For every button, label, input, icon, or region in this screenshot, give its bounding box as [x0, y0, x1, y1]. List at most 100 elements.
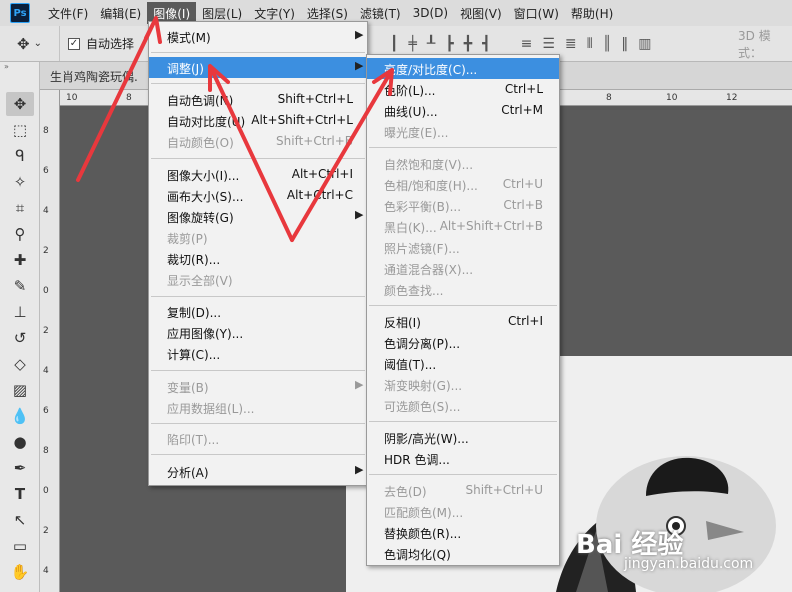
ruler-tick-label: 8	[126, 93, 132, 103]
history-brush-tool-icon[interactable]: ↺	[6, 326, 34, 350]
menu-help[interactable]: 帮助(H)	[565, 2, 619, 24]
move-tool-icon[interactable]: ✥	[6, 92, 34, 116]
menu-item-posterize[interactable]: 色调分离(P)...	[367, 332, 559, 353]
ruler-tick-label: 8	[43, 446, 49, 456]
align-center-icon[interactable]: ╋	[464, 36, 472, 52]
distribute-top-icon[interactable]: ≡	[521, 36, 533, 52]
menu-item-auto-contrast[interactable]: 自动对比度(U) Alt+Shift+Ctrl+L	[149, 110, 367, 131]
menu-item-mode[interactable]: 模式(M) ▶	[149, 26, 367, 47]
menu-item-image-size[interactable]: 图像大小(I)... Alt+Ctrl+I	[149, 164, 367, 185]
menu-file[interactable]: 文件(F)	[42, 2, 94, 24]
magic-wand-tool-icon[interactable]: ✧	[6, 170, 34, 194]
menu-3d[interactable]: 3D(D)	[407, 2, 454, 24]
submenu-arrow-icon: ▶	[355, 59, 364, 72]
menu-item-image-rotation[interactable]: 图像旋转(G) ▶	[149, 206, 367, 227]
menu-item-gradient-map: 渐变映射(G)...	[384, 379, 463, 393]
menu-view[interactable]: 视图(V)	[454, 2, 508, 24]
distribute-center-icon[interactable]: ║	[603, 36, 611, 52]
menu-item-hdr-toning[interactable]: HDR 色调...	[367, 448, 559, 469]
move-tool-preset-icon[interactable]: ✥ ⌄	[0, 26, 60, 61]
align-left-icon[interactable]: ┣	[445, 36, 453, 52]
ruler-tick-label: 12	[726, 93, 738, 103]
rectangle-tool-icon[interactable]: ▭	[6, 534, 34, 558]
menu-item-threshold[interactable]: 阈值(T)...	[367, 353, 559, 374]
menu-separator	[369, 474, 557, 475]
menu-item-analysis[interactable]: 分析(A) ▶	[149, 461, 367, 482]
auto-select-checkbox[interactable]: ✓ 自动选择	[68, 35, 134, 52]
ruler-tick-label: 10	[66, 93, 78, 103]
type-tool-icon[interactable]: T	[6, 482, 34, 506]
menu-separator	[151, 454, 365, 455]
menu-item-crop: 裁剪(P)	[167, 232, 208, 246]
menu-item-exposure: 曝光度(E)...	[384, 126, 449, 140]
align-top-icon[interactable]: ┃	[390, 36, 398, 52]
menu-item-levels[interactable]: 色阶(L)... Ctrl+L	[367, 79, 559, 100]
menu-separator	[151, 158, 365, 159]
eraser-tool-icon[interactable]: ◇	[6, 352, 34, 376]
hand-tool-icon[interactable]: ✋	[6, 560, 34, 584]
distribute-left-icon[interactable]: ⦀	[587, 36, 593, 52]
menu-separator	[151, 296, 365, 297]
lasso-tool-icon[interactable]: ᑫ	[6, 144, 34, 168]
align-right-icon[interactable]: ┫	[482, 36, 490, 52]
menu-item-canvas-size[interactable]: 画布大小(S)... Alt+Ctrl+C	[149, 185, 367, 206]
menu-item-invert[interactable]: 反相(I) Ctrl+I	[367, 311, 559, 332]
gradient-tool-icon[interactable]: ▨	[6, 378, 34, 402]
menu-item-curves[interactable]: 曲线(U)... Ctrl+M	[367, 100, 559, 121]
document-tab[interactable]: 生肖鸡陶瓷玩偶.	[50, 68, 138, 85]
menu-item-variables: 变量(B) ▶	[167, 378, 364, 395]
menu-item-equalize[interactable]: 色调均化(Q)	[367, 543, 559, 564]
eyedropper-tool-icon[interactable]: ⚲	[6, 222, 34, 246]
brush-tool-icon[interactable]: ✎	[6, 274, 34, 298]
crop-tool-icon[interactable]: ⌗	[6, 196, 34, 220]
menu-item-auto-tone[interactable]: 自动色调(N) Shift+Ctrl+L	[149, 89, 367, 110]
menu-item-apply-data-set: 应用数据组(L)...	[167, 402, 255, 416]
marquee-tool-icon[interactable]: ⬚	[6, 118, 34, 142]
distribute-middle-icon[interactable]: ☰	[542, 36, 555, 52]
stamp-tool-icon[interactable]: ⊥	[6, 300, 34, 324]
auto-align-icon[interactable]: ▥	[638, 36, 651, 52]
submenu-arrow-icon: ▶	[355, 28, 364, 41]
watermark-url: jingyan.baidu.com	[624, 556, 754, 572]
distribute-right-icon[interactable]: ‖	[621, 36, 628, 52]
pen-tool-icon[interactable]: ✒	[6, 456, 34, 480]
menu-item-shadows-highlights[interactable]: 阴影/高光(W)...	[367, 427, 559, 448]
menu-item-color-balance: 色彩平衡(B)... Ctrl+B	[384, 198, 543, 214]
menu-window[interactable]: 窗口(W)	[508, 2, 565, 24]
checkbox-checked-icon: ✓	[68, 37, 80, 50]
align-middle-icon[interactable]: ╪	[408, 36, 416, 52]
menu-item-replace-color[interactable]: 替换颜色(R)...	[367, 522, 559, 543]
collapse-icon[interactable]: »	[0, 62, 39, 72]
healing-brush-tool-icon[interactable]: ✚	[6, 248, 34, 272]
menu-item-desaturate: 去色(D) Shift+Ctrl+U	[384, 483, 543, 499]
menu-item-adjust[interactable]: 调整(J) ▶	[149, 57, 367, 78]
menu-separator	[369, 305, 557, 306]
menu-item-trim[interactable]: 裁切(R)...	[149, 248, 367, 269]
path-selection-tool-icon[interactable]: ↖	[6, 508, 34, 532]
dodge-tool-icon[interactable]: ●	[6, 430, 34, 454]
ruler-tick-label: 2	[43, 326, 49, 336]
menu-item-apply-image[interactable]: 应用图像(Y)...	[149, 322, 367, 343]
menu-item-calculations[interactable]: 计算(C)...	[149, 343, 367, 364]
align-bottom-icon[interactable]: ┸	[427, 36, 435, 52]
menu-item-color-lookup: 颜色查找...	[384, 284, 444, 298]
distribute-bottom-icon[interactable]: ≣	[565, 36, 577, 52]
ruler-tick-label: 8	[606, 93, 612, 103]
menu-item-vibrance: 自然饱和度(V)...	[384, 158, 474, 172]
image-menu-dropdown: 模式(M) ▶ 调整(J) ▶ 自动色调(N) Shift+Ctrl+L 自动对…	[148, 21, 368, 486]
menu-separator	[369, 147, 557, 148]
menu-item-reveal-all: 显示全部(V)	[167, 274, 233, 288]
submenu-arrow-icon: ▶	[355, 378, 364, 391]
submenu-arrow-icon: ▶	[355, 208, 364, 221]
menu-edit[interactable]: 编辑(E)	[94, 2, 147, 24]
menu-item-duplicate[interactable]: 复制(D)...	[149, 301, 367, 322]
vertical-ruler: 8 6 4 2 0 2 4 6 8 0 2 4	[40, 90, 60, 592]
menu-item-hue-saturation: 色相/饱和度(H)... Ctrl+U	[384, 177, 543, 193]
blur-tool-icon[interactable]: 💧	[6, 404, 34, 428]
ruler-tick-label: 2	[43, 246, 49, 256]
menu-item-brightness-contrast[interactable]: 亮度/对比度(C)...	[367, 58, 559, 79]
menu-separator	[151, 370, 365, 371]
menu-separator	[151, 52, 365, 53]
menu-item-trap: 陷印(T)...	[167, 433, 220, 447]
ruler-tick-label: 4	[43, 206, 49, 216]
